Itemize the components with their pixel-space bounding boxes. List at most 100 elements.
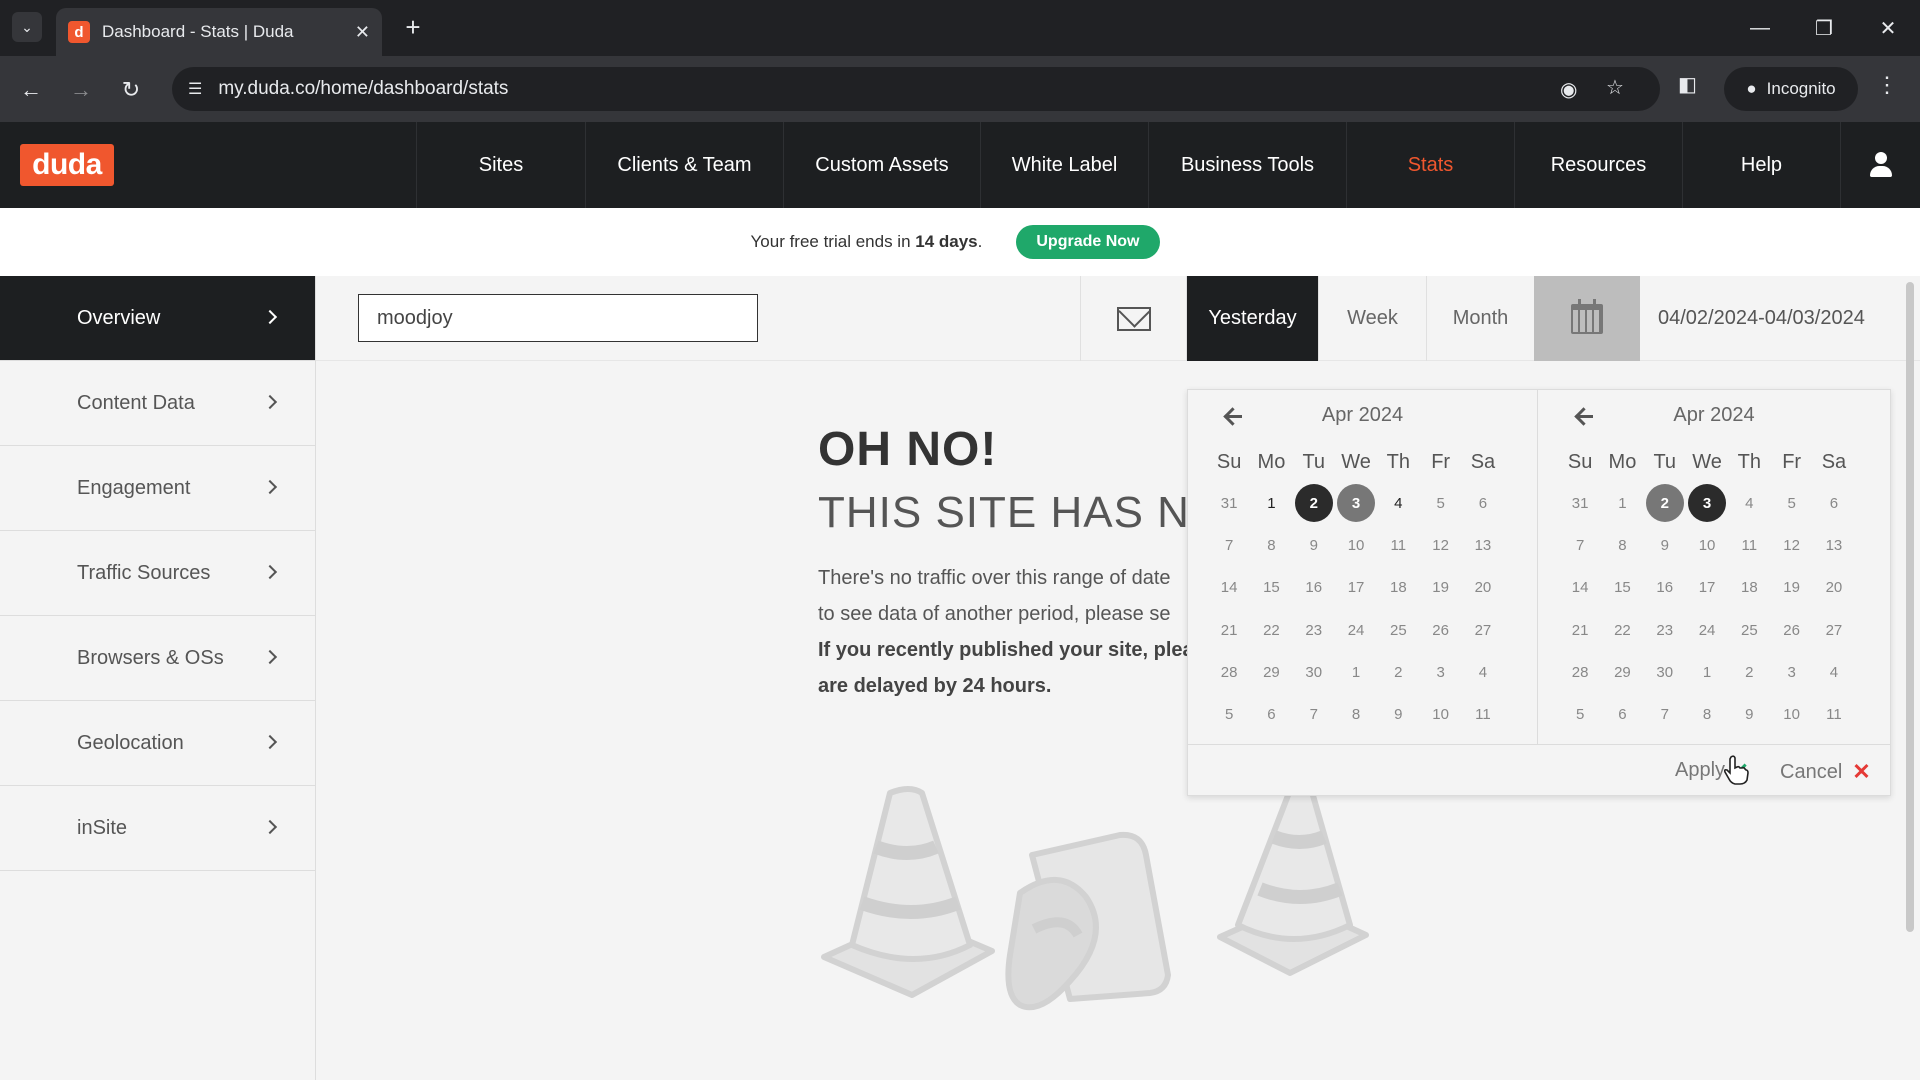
calendar-day[interactable]: 29 xyxy=(1250,651,1292,693)
sidebar-item-insite[interactable]: inSite xyxy=(0,786,315,871)
nav-business-tools[interactable]: Business Tools xyxy=(1148,122,1346,208)
calendar-day[interactable]: 6 xyxy=(1462,482,1504,524)
nav-resources[interactable]: Resources xyxy=(1514,122,1682,208)
calendar-day[interactable]: 11 xyxy=(1813,693,1855,735)
calendar-day[interactable]: 29 xyxy=(1601,651,1643,693)
calendar-day[interactable]: 5 xyxy=(1770,482,1812,524)
calendar-day[interactable]: 24 xyxy=(1686,609,1728,651)
calendar-day[interactable]: 1 xyxy=(1601,482,1643,524)
calendar-day[interactable]: 1 xyxy=(1250,482,1292,524)
duda-logo[interactable]: duda xyxy=(20,144,114,186)
calendar-day[interactable]: 19 xyxy=(1770,567,1812,609)
sidebar-item-engagement[interactable]: Engagement xyxy=(0,446,315,531)
calendar-day[interactable]: 7 xyxy=(1644,693,1686,735)
calendar-day[interactable]: 5 xyxy=(1559,693,1601,735)
calendar-day[interactable]: 28 xyxy=(1208,651,1250,693)
incognito-badge[interactable]: ● Incognito xyxy=(1724,67,1858,111)
calendar-day[interactable]: 12 xyxy=(1770,524,1812,566)
eye-slash-icon[interactable]: ◉ xyxy=(1560,77,1577,102)
tab-close-icon[interactable]: ✕ xyxy=(355,22,370,43)
calendar-day[interactable]: 2 xyxy=(1728,651,1770,693)
calendar-day[interactable]: 10 xyxy=(1686,524,1728,566)
window-close-icon[interactable]: ✕ xyxy=(1868,10,1908,46)
calendar-day[interactable]: 23 xyxy=(1644,609,1686,651)
page-scrollbar[interactable] xyxy=(1906,282,1914,932)
range-yesterday-button[interactable]: Yesterday xyxy=(1186,276,1318,361)
reload-icon[interactable]: ↻ xyxy=(114,73,148,107)
cancel-button[interactable]: Cancel ✕ xyxy=(1780,759,1871,785)
calendar-day[interactable]: 30 xyxy=(1644,651,1686,693)
user-account-button[interactable] xyxy=(1840,122,1920,208)
calendar-day[interactable]: 14 xyxy=(1559,567,1601,609)
calendar-day[interactable]: 1 xyxy=(1335,651,1377,693)
nav-sites[interactable]: Sites xyxy=(416,122,585,208)
calendar-day[interactable]: 3 xyxy=(1770,651,1812,693)
browser-menu-icon[interactable]: ⋮ xyxy=(1876,72,1898,98)
calendar-day[interactable]: 10 xyxy=(1770,693,1812,735)
calendar-day[interactable]: 31 xyxy=(1559,482,1601,524)
calendar-day[interactable]: 13 xyxy=(1813,524,1855,566)
calendar-day[interactable]: 20 xyxy=(1462,567,1504,609)
calendar-day[interactable]: 11 xyxy=(1728,524,1770,566)
calendar-day[interactable]: 19 xyxy=(1419,567,1461,609)
calendar-day[interactable]: 8 xyxy=(1601,524,1643,566)
calendar-day[interactable]: 8 xyxy=(1250,524,1292,566)
range-month-button[interactable]: Month xyxy=(1426,276,1534,361)
restore-icon[interactable]: ❐ xyxy=(1804,10,1844,46)
calendar-button[interactable] xyxy=(1534,276,1640,361)
calendar-day[interactable]: 11 xyxy=(1377,524,1419,566)
calendar-day[interactable]: 3 xyxy=(1686,482,1728,524)
calendar-day[interactable]: 27 xyxy=(1813,609,1855,651)
calendar-day[interactable]: 6 xyxy=(1601,693,1643,735)
calendar-day[interactable]: 1 xyxy=(1686,651,1728,693)
calendar-day[interactable]: 9 xyxy=(1293,524,1335,566)
browser-tab[interactable]: d Dashboard - Stats | Duda ✕ xyxy=(56,8,382,56)
calendar-day[interactable]: 7 xyxy=(1208,524,1250,566)
calendar-day[interactable]: 15 xyxy=(1601,567,1643,609)
calendar-day[interactable]: 12 xyxy=(1419,524,1461,566)
sidebar-item-content-data[interactable]: Content Data xyxy=(0,361,315,446)
sidebar-item-geolocation[interactable]: Geolocation xyxy=(0,701,315,786)
nav-custom-assets[interactable]: Custom Assets xyxy=(783,122,980,208)
calendar-day[interactable]: 24 xyxy=(1335,609,1377,651)
calendar-day[interactable]: 13 xyxy=(1462,524,1504,566)
calendar-day[interactable]: 5 xyxy=(1208,693,1250,735)
calendar-day[interactable]: 14 xyxy=(1208,567,1250,609)
nav-stats[interactable]: Stats xyxy=(1346,122,1514,208)
calendar-day[interactable]: 8 xyxy=(1686,693,1728,735)
calendar-day[interactable]: 9 xyxy=(1377,693,1419,735)
calendar-day[interactable]: 4 xyxy=(1728,482,1770,524)
nav-clients-team[interactable]: Clients & Team xyxy=(585,122,783,208)
new-tab-plus-icon[interactable]: + xyxy=(398,12,428,42)
calendar-day[interactable]: 17 xyxy=(1686,567,1728,609)
calendar-day[interactable]: 25 xyxy=(1728,609,1770,651)
calendar-day[interactable]: 9 xyxy=(1644,524,1686,566)
calendar-day[interactable]: 11 xyxy=(1462,693,1504,735)
tab-search-chevron-icon[interactable]: ⌄ xyxy=(12,12,42,42)
calendar-day[interactable]: 22 xyxy=(1250,609,1292,651)
calendar-day[interactable]: 3 xyxy=(1419,651,1461,693)
sidebar-item-browsers-oss[interactable]: Browsers & OSs xyxy=(0,616,315,701)
email-report-button[interactable] xyxy=(1080,276,1186,361)
calendar-day[interactable]: 5 xyxy=(1419,482,1461,524)
calendar-day[interactable]: 4 xyxy=(1462,651,1504,693)
calendar-day[interactable]: 21 xyxy=(1208,609,1250,651)
calendar-day[interactable]: 4 xyxy=(1377,482,1419,524)
sidebar-item-traffic-sources[interactable]: Traffic Sources xyxy=(0,531,315,616)
calendar-day[interactable]: 7 xyxy=(1559,524,1601,566)
calendar-day[interactable]: 3 xyxy=(1335,482,1377,524)
forward-arrow-icon[interactable]: → xyxy=(64,73,98,107)
calendar-day[interactable]: 18 xyxy=(1728,567,1770,609)
date-range-display[interactable]: 04/02/2024-04/03/2024 xyxy=(1658,276,1865,361)
calendar-day[interactable]: 21 xyxy=(1559,609,1601,651)
calendar-day[interactable]: 16 xyxy=(1293,567,1335,609)
nav-help[interactable]: Help xyxy=(1682,122,1840,208)
calendar-day[interactable]: 7 xyxy=(1293,693,1335,735)
calendar-day[interactable]: 10 xyxy=(1335,524,1377,566)
calendar-day[interactable]: 2 xyxy=(1377,651,1419,693)
site-info-icon[interactable]: ☰ xyxy=(188,79,202,99)
site-search-input[interactable] xyxy=(358,294,758,342)
side-panel-icon[interactable]: ◧ xyxy=(1678,72,1697,97)
back-arrow-icon[interactable]: ← xyxy=(14,73,48,107)
calendar-day[interactable]: 23 xyxy=(1293,609,1335,651)
